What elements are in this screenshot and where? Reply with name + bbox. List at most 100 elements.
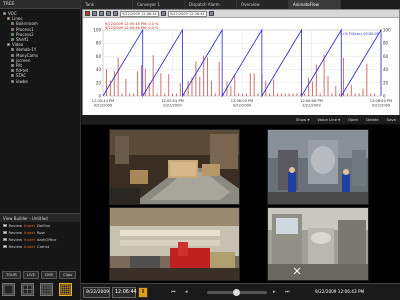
bar-mark	[288, 93, 290, 96]
step-forward-icon[interactable]: ▸	[273, 289, 276, 295]
strip-open[interactable]: Open	[348, 117, 358, 122]
row-name: Review	[8, 237, 23, 242]
tab-conveyor-1[interactable]: Conveyor 1	[133, 0, 185, 9]
checkbox[interactable]	[3, 244, 7, 249]
pan-icon[interactable]	[113, 11, 118, 16]
bar-mark	[106, 69, 107, 96]
bar-mark	[358, 93, 360, 96]
tree-item[interactable]: iewbe	[3, 78, 77, 84]
fast-forward-icon[interactable]: ⏭	[285, 289, 290, 295]
annotation-label: 9/22/2009 12:05:48 PM: 0.0 %	[105, 26, 159, 30]
tab-animateflow[interactable]: AnimateFlow	[289, 0, 341, 9]
bar-mark	[362, 88, 364, 96]
tab-dispatch-alarm[interactable]: Dispatch Alarm	[185, 0, 237, 9]
bar-mark	[323, 54, 325, 96]
layout-3x3-icon[interactable]	[40, 283, 53, 296]
live-button[interactable]: LIVE	[22, 271, 39, 279]
x-tick-label: 12:06:40 PM	[370, 99, 393, 103]
record-icon[interactable]	[85, 11, 90, 16]
bar-mark	[296, 93, 298, 96]
date-display[interactable]: 9/22/2009	[83, 287, 110, 298]
bar-mark	[125, 79, 127, 96]
time-display[interactable]: 12:06:44	[112, 287, 137, 298]
view-builder-row[interactable]: Review Insert darkOffice	[0, 236, 80, 243]
slider-knob[interactable]	[233, 289, 240, 296]
zoom-icon[interactable]	[106, 11, 111, 16]
camera-tile-2[interactable]	[267, 129, 369, 205]
tree-view: VOC Lines Boilerroom Process1 Process2 Shelf1…	[0, 9, 80, 86]
forward-icon[interactable]	[99, 11, 104, 16]
strip-delete[interactable]: Delete	[366, 117, 378, 122]
trend-chart[interactable]: 10080604020010080604020012:05:44 PM9/22/…	[83, 18, 399, 122]
pause-button[interactable]: II	[138, 287, 148, 298]
calendar-icon[interactable]	[160, 11, 166, 16]
bar-mark	[207, 57, 209, 96]
bar-mark	[245, 93, 247, 96]
camera-icon	[11, 69, 14, 73]
bar-mark	[370, 93, 372, 96]
app-window: TREE VOC Lines Boilerroom Process1 Process2 S…	[0, 0, 400, 300]
start-time-field[interactable]: 9/22/2009 12:06:44	[120, 10, 159, 17]
camera-icon	[11, 74, 14, 78]
tree-item-label: iewbe	[16, 78, 28, 84]
row-tag: Insert	[24, 237, 35, 242]
camera-tile-3[interactable]	[109, 207, 240, 281]
y-tick-label: 40	[383, 67, 389, 72]
step-back-icon[interactable]: ◂	[185, 289, 188, 295]
dvr-button[interactable]: DVR	[40, 271, 58, 279]
camera-tile-4[interactable]	[267, 207, 369, 281]
y-tick-label: 80	[383, 41, 389, 46]
row-target: Deifino	[36, 223, 51, 228]
bar-mark	[179, 83, 181, 96]
bar-mark	[366, 63, 368, 96]
row-target: darkOffice	[36, 237, 57, 242]
x-tick-label: 9/22/2009	[302, 104, 321, 108]
strip-value-line[interactable]: Value Line ▾	[317, 117, 340, 122]
row-name: Review	[8, 230, 23, 235]
view-builder-row[interactable]: Review Insert Deifino	[0, 222, 80, 229]
layout-2x2-icon[interactable]	[21, 283, 34, 296]
bar-mark	[140, 65, 142, 96]
bar-mark	[156, 93, 158, 96]
folder-icon	[7, 17, 10, 21]
status-icon	[11, 32, 14, 36]
bar-mark	[195, 61, 197, 96]
strip-show[interactable]: Show ▾	[296, 117, 309, 122]
y-tick-label: 100	[93, 28, 101, 33]
end-time-field[interactable]: 9/22/2009 12:06:44	[167, 10, 207, 17]
y-tick-label: 0	[383, 94, 386, 99]
checkbox[interactable]	[3, 237, 7, 242]
bar-mark	[133, 93, 135, 96]
view-builder-panel: View Builder - Untitled Review Insert Deif…	[0, 213, 80, 269]
clips-button[interactable]: Clips	[59, 271, 77, 279]
rewind-icon[interactable]: ⏮	[171, 289, 176, 295]
playback-bar: 9/22/2009 12:06:44 II ⏮ ◂ ▸ ⏭ 9/22/2009 …	[81, 283, 400, 300]
view-builder-row[interactable]: Review Insert Camst	[0, 243, 80, 250]
camera-feed-bottling	[110, 208, 239, 280]
view-builder-row[interactable]: Review Insert Row	[0, 229, 80, 236]
bar-mark	[160, 73, 162, 96]
tour-button[interactable]: TOUR	[2, 271, 21, 279]
layout-1x1-icon[interactable]	[2, 283, 15, 296]
playback-slider[interactable]	[207, 289, 267, 296]
x-tick-label: 12:05:44 PM	[92, 99, 115, 103]
camera-tile-1[interactable]	[109, 129, 240, 205]
checkbox[interactable]	[3, 223, 7, 228]
bar-mark	[304, 93, 306, 96]
bar-mark	[354, 93, 356, 96]
bar-mark	[218, 61, 220, 96]
x-tick-label: 9/22/2009	[163, 104, 182, 108]
layout-4x4-icon[interactable]	[59, 283, 72, 296]
tab-tank[interactable]: Tank	[81, 0, 133, 9]
mode-buttons: TOUR LIVE DVR Clips	[2, 271, 77, 279]
bar-mark	[280, 93, 282, 96]
camera-icon	[11, 48, 14, 52]
bar-mark	[276, 93, 278, 96]
tab-overview[interactable]: Overview	[237, 0, 289, 9]
back-icon[interactable]	[92, 11, 97, 16]
checkbox[interactable]	[3, 230, 7, 235]
bar-mark	[343, 57, 345, 96]
strip-save[interactable]: Save	[387, 117, 396, 122]
refresh-icon[interactable]	[208, 11, 214, 16]
bar-mark	[137, 71, 139, 96]
